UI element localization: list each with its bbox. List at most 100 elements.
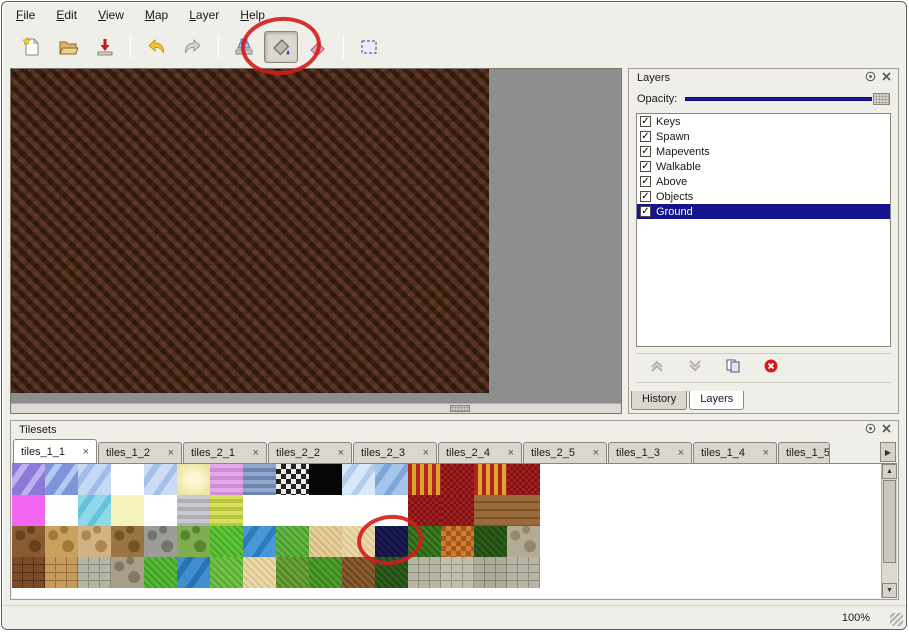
tile-3-3[interactable] bbox=[78, 526, 111, 557]
stamp-tool-button[interactable] bbox=[227, 31, 261, 63]
tile-1-5[interactable] bbox=[144, 464, 177, 495]
layer-move-up-button[interactable] bbox=[646, 358, 668, 378]
menu-item-view[interactable]: View bbox=[98, 8, 124, 22]
tile-4-2[interactable] bbox=[45, 557, 78, 588]
tile-2-10[interactable] bbox=[309, 495, 342, 526]
close-panel-button[interactable] bbox=[879, 423, 894, 437]
layer-visible-checkbox[interactable]: ✓ bbox=[640, 116, 651, 127]
tile-4-5[interactable] bbox=[144, 557, 177, 588]
tile-3-10[interactable] bbox=[309, 526, 342, 557]
menu-item-edit[interactable]: Edit bbox=[56, 8, 77, 22]
scroll-up-button[interactable]: ▲ bbox=[882, 464, 897, 479]
tile-4-4[interactable] bbox=[111, 557, 144, 588]
tile-4-3[interactable] bbox=[78, 557, 111, 588]
scrollbar-thumb[interactable] bbox=[883, 480, 896, 563]
tile-3-15[interactable] bbox=[474, 526, 507, 557]
layer-visible-checkbox[interactable]: ✓ bbox=[640, 146, 651, 157]
tile-1-14[interactable] bbox=[441, 464, 474, 495]
tile-4-1[interactable] bbox=[12, 557, 45, 588]
tile-2-9[interactable] bbox=[276, 495, 309, 526]
tile-1-10[interactable] bbox=[309, 464, 342, 495]
layer-row-above[interactable]: ✓Above bbox=[637, 174, 890, 189]
fill-tool-button[interactable] bbox=[264, 31, 298, 63]
redo-button[interactable] bbox=[176, 31, 210, 63]
tile-4-12[interactable] bbox=[375, 557, 408, 588]
float-panel-button[interactable] bbox=[863, 71, 878, 85]
open-folder-button[interactable] bbox=[51, 31, 85, 63]
close-tab-icon[interactable]: × bbox=[593, 447, 599, 459]
tile-2-13[interactable] bbox=[408, 495, 441, 526]
tileset-tab-tiles_2_2[interactable]: tiles_2_2× bbox=[268, 442, 352, 463]
tileset-tab-tiles_1_1[interactable]: tiles_1_1× bbox=[13, 439, 97, 463]
tile-1-7[interactable] bbox=[210, 464, 243, 495]
close-tab-icon[interactable]: × bbox=[763, 447, 769, 459]
undo-button[interactable] bbox=[139, 31, 173, 63]
tile-1-1[interactable] bbox=[12, 464, 45, 495]
scrollbar-thumb[interactable] bbox=[450, 405, 470, 412]
layer-row-ground[interactable]: ✓Ground bbox=[637, 204, 890, 219]
menu-item-file[interactable]: File bbox=[16, 8, 35, 22]
tile-3-9[interactable] bbox=[276, 526, 309, 557]
tile-3-5[interactable] bbox=[144, 526, 177, 557]
tile-3-4[interactable] bbox=[111, 526, 144, 557]
layer-visible-checkbox[interactable]: ✓ bbox=[640, 176, 651, 187]
tileset-tab-tiles_1_3[interactable]: tiles_1_3× bbox=[608, 442, 692, 463]
tile-2-1[interactable] bbox=[12, 495, 45, 526]
tile-1-6[interactable] bbox=[177, 464, 210, 495]
tile-4-7[interactable] bbox=[210, 557, 243, 588]
tile-1-2[interactable] bbox=[45, 464, 78, 495]
tile-2-8[interactable] bbox=[243, 495, 276, 526]
layer-row-walkable[interactable]: ✓Walkable bbox=[637, 159, 890, 174]
tile-3-11[interactable] bbox=[342, 526, 375, 557]
layer-move-down-button[interactable] bbox=[684, 358, 706, 378]
tile-3-2[interactable] bbox=[45, 526, 78, 557]
tile-1-4[interactable] bbox=[111, 464, 144, 495]
tile-1-11[interactable] bbox=[342, 464, 375, 495]
map-canvas[interactable] bbox=[11, 69, 489, 393]
layer-row-spawn[interactable]: ✓Spawn bbox=[637, 129, 890, 144]
scroll-down-button[interactable]: ▼ bbox=[882, 583, 897, 598]
palette-vertical-scrollbar[interactable]: ▲ ▼ bbox=[881, 464, 897, 598]
tile-2-16[interactable] bbox=[507, 495, 540, 526]
close-tab-icon[interactable]: × bbox=[253, 447, 259, 459]
tile-4-11[interactable] bbox=[342, 557, 375, 588]
new-file-button[interactable] bbox=[14, 31, 48, 63]
tile-2-6[interactable] bbox=[177, 495, 210, 526]
tile-2-7[interactable] bbox=[210, 495, 243, 526]
menu-item-layer[interactable]: Layer bbox=[189, 8, 219, 22]
tile-1-3[interactable] bbox=[78, 464, 111, 495]
tile-3-12[interactable] bbox=[375, 526, 408, 557]
tile-1-16[interactable] bbox=[507, 464, 540, 495]
tile-3-7[interactable] bbox=[210, 526, 243, 557]
opacity-slider[interactable] bbox=[685, 92, 890, 106]
tileset-tab-tiles_2_3[interactable]: tiles_2_3× bbox=[353, 442, 437, 463]
tileset-tab-tiles_1_4[interactable]: tiles_1_4× bbox=[693, 442, 777, 463]
tile-2-5[interactable] bbox=[144, 495, 177, 526]
tile-3-8[interactable] bbox=[243, 526, 276, 557]
tab-history[interactable]: History bbox=[631, 391, 687, 410]
layer-duplicate-button[interactable] bbox=[722, 358, 744, 378]
tile-4-6[interactable] bbox=[177, 557, 210, 588]
tile-1-12[interactable] bbox=[375, 464, 408, 495]
close-panel-button[interactable] bbox=[879, 71, 894, 85]
map-horizontal-scrollbar[interactable] bbox=[11, 403, 621, 413]
tile-3-13[interactable] bbox=[408, 526, 441, 557]
tab-layers[interactable]: Layers bbox=[689, 391, 744, 410]
tile-2-4[interactable] bbox=[111, 495, 144, 526]
tile-2-2[interactable] bbox=[45, 495, 78, 526]
tile-2-12[interactable] bbox=[375, 495, 408, 526]
tile-1-13[interactable] bbox=[408, 464, 441, 495]
opacity-slider-handle[interactable] bbox=[873, 93, 890, 105]
tile-3-16[interactable] bbox=[507, 526, 540, 557]
tile-4-14[interactable] bbox=[441, 557, 474, 588]
tile-2-15[interactable] bbox=[474, 495, 507, 526]
tileset-tab-tiles_2_4[interactable]: tiles_2_4× bbox=[438, 442, 522, 463]
tile-4-15[interactable] bbox=[474, 557, 507, 588]
layer-row-mapevents[interactable]: ✓Mapevents bbox=[637, 144, 890, 159]
layer-visible-checkbox[interactable]: ✓ bbox=[640, 161, 651, 172]
tileset-tab-tiles_1_2[interactable]: tiles_1_2× bbox=[98, 442, 182, 463]
tile-4-13[interactable] bbox=[408, 557, 441, 588]
tile-3-1[interactable] bbox=[12, 526, 45, 557]
close-tab-icon[interactable]: × bbox=[508, 447, 514, 459]
save-import-button[interactable] bbox=[88, 31, 122, 63]
